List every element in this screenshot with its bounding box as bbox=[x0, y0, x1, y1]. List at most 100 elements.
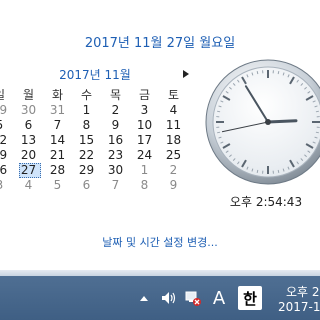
calendar-day[interactable]: 29 bbox=[0, 103, 14, 118]
weekday-header-row: 일월 화 수 목 금 토 bbox=[0, 88, 188, 103]
clock-minute-tick bbox=[256, 169, 259, 173]
calendar-day-number: 5 bbox=[0, 118, 3, 132]
calendar-day-number: 14 bbox=[49, 133, 66, 147]
calendar-day-number: 10 bbox=[136, 118, 153, 132]
calendar-day[interactable]: 3 bbox=[0, 178, 14, 193]
next-month-button[interactable] bbox=[180, 67, 192, 81]
calendar-day[interactable]: 24 bbox=[130, 148, 159, 163]
calendar-day[interactable]: 26 bbox=[0, 163, 14, 178]
hangul-label: 한 bbox=[243, 289, 257, 308]
analog-clock bbox=[202, 56, 320, 188]
calendar-day-number: 13 bbox=[20, 133, 37, 147]
calendar-day[interactable]: 4 bbox=[159, 103, 188, 118]
weekday-label: 화 bbox=[51, 88, 64, 102]
calendar-day[interactable]: 7 bbox=[43, 118, 72, 133]
calendar-day[interactable]: 6 bbox=[14, 118, 43, 133]
volume-button[interactable] bbox=[160, 290, 178, 306]
calendar-day[interactable]: 5 bbox=[0, 118, 14, 133]
calendar-day[interactable]: 25 bbox=[159, 148, 188, 163]
clock-center-pin bbox=[265, 119, 271, 125]
calendar-day[interactable]: 6 bbox=[72, 178, 101, 193]
calendar-day-number: 23 bbox=[107, 148, 124, 162]
weekday-label: 토 bbox=[167, 88, 180, 102]
calendar-day-number: 11 bbox=[165, 118, 182, 132]
calendar-day[interactable]: 14 bbox=[43, 133, 72, 148]
show-hidden-icons-button[interactable] bbox=[138, 292, 150, 304]
calendar-day[interactable]: 3 bbox=[130, 103, 159, 118]
calendar-week-row: 5 6 7 8 9 10 11 bbox=[0, 118, 188, 133]
calendar-day[interactable]: 30 bbox=[101, 163, 130, 178]
calendar-day-number: 6 bbox=[24, 118, 33, 132]
calendar-day[interactable]: 5 bbox=[43, 178, 72, 193]
calendar-day[interactable]: 31 bbox=[43, 103, 72, 118]
calendar-day[interactable]: 1 bbox=[130, 163, 159, 178]
calendar-day[interactable]: 28 bbox=[43, 163, 72, 178]
calendar-day-number: 20 bbox=[20, 148, 37, 162]
calendar-day[interactable]: 12 bbox=[0, 133, 14, 148]
calendar-day-number: 30 bbox=[107, 163, 124, 177]
calendar-day[interactable]: 18 bbox=[159, 133, 188, 148]
calendar-day-number: 17 bbox=[136, 133, 153, 147]
calendar-day[interactable]: 8 bbox=[72, 118, 101, 133]
calendar-day[interactable]: 19 bbox=[0, 148, 14, 163]
clock-minute-tick bbox=[217, 131, 221, 134]
calendar-day[interactable]: 17 bbox=[130, 133, 159, 148]
calendar-grid: 일월화수목금토293031123456789101112131415161718… bbox=[0, 88, 188, 193]
calendar-month-title[interactable]: 2017년 11월 bbox=[30, 66, 160, 83]
full-date-link[interactable]: 2017년 11월 27일 월요일 bbox=[0, 32, 320, 51]
calendar-day[interactable]: 4 bbox=[14, 178, 43, 193]
calendar-day[interactable]: 15 bbox=[72, 133, 101, 148]
calendar-day[interactable]: 23 bbox=[101, 148, 130, 163]
calendar-day-number: 12 bbox=[0, 133, 8, 147]
calendar-day[interactable]: 13 bbox=[14, 133, 43, 148]
calendar-week-row: 26 27 28 29 30 1 2 bbox=[0, 163, 188, 178]
calendar-day[interactable]: 9 bbox=[101, 118, 130, 133]
calendar-day-number: 26 bbox=[0, 163, 8, 177]
calendar-day[interactable]: 9 bbox=[159, 178, 188, 193]
calendar-day[interactable]: 29 bbox=[72, 163, 101, 178]
calendar-day-number: 27 bbox=[20, 163, 37, 177]
ime-mode-button[interactable]: A bbox=[210, 286, 228, 310]
calendar-day-number: 7 bbox=[53, 118, 62, 132]
hangul-toggle-button[interactable]: 한 bbox=[238, 286, 262, 310]
calendar-day[interactable]: 21 bbox=[43, 148, 72, 163]
calendar-day-number: 1 bbox=[82, 103, 91, 117]
calendar-day[interactable]: 1 bbox=[72, 103, 101, 118]
calendar-day-number: 8 bbox=[140, 178, 149, 192]
clock-minute-tick bbox=[315, 131, 319, 134]
calendar-day-number: 19 bbox=[0, 148, 8, 162]
calendar-day[interactable]: 11 bbox=[159, 118, 188, 133]
calendar-day[interactable]: 7 bbox=[101, 178, 130, 193]
calendar-day[interactable]: 20 bbox=[14, 148, 43, 163]
calendar-header: 2017년 11월 bbox=[0, 66, 200, 84]
calendar-day-number: 24 bbox=[136, 148, 153, 162]
clock-minute-tick bbox=[315, 110, 319, 113]
volume-icon bbox=[162, 292, 176, 304]
calendar-day[interactable]: 22 bbox=[72, 148, 101, 163]
network-error-icon bbox=[185, 291, 201, 306]
calendar-day-number: 15 bbox=[78, 133, 95, 147]
calendar-day-number: 29 bbox=[0, 103, 8, 117]
calendar-day-today[interactable]: 27 bbox=[14, 163, 43, 178]
calendar-day[interactable]: 2 bbox=[101, 103, 130, 118]
weekday-label: 수 bbox=[80, 88, 93, 102]
digital-time-text: 오후 2:54:43 bbox=[229, 195, 303, 209]
calendar-day[interactable]: 30 bbox=[14, 103, 43, 118]
calendar-day[interactable]: 16 bbox=[101, 133, 130, 148]
calendar-week-row: 12 13 14 15 16 17 18 bbox=[0, 133, 188, 148]
calendar-day-number: 4 bbox=[169, 103, 178, 117]
calendar-day-number: 8 bbox=[82, 118, 91, 132]
taskbar: A 한 오후 2 2017-1 bbox=[0, 276, 320, 320]
calendar-week-row: 29 30 31 1 2 3 4 bbox=[0, 103, 188, 118]
network-button[interactable] bbox=[184, 289, 202, 307]
calendar-day-number: 9 bbox=[111, 118, 120, 132]
change-date-time-settings-link[interactable]: 날짜 및 시간 설정 변경... bbox=[0, 234, 320, 250]
calendar-day[interactable]: 8 bbox=[130, 178, 159, 193]
calendar-day[interactable]: 10 bbox=[130, 118, 159, 133]
clock-minute-tick bbox=[256, 71, 259, 75]
calendar-day-number: 28 bbox=[49, 163, 66, 177]
calendar-day-number: 6 bbox=[82, 178, 91, 192]
calendar-day[interactable]: 2 bbox=[159, 163, 188, 178]
chevron-right-icon bbox=[183, 70, 189, 78]
calendar-day-number: 30 bbox=[20, 103, 37, 117]
